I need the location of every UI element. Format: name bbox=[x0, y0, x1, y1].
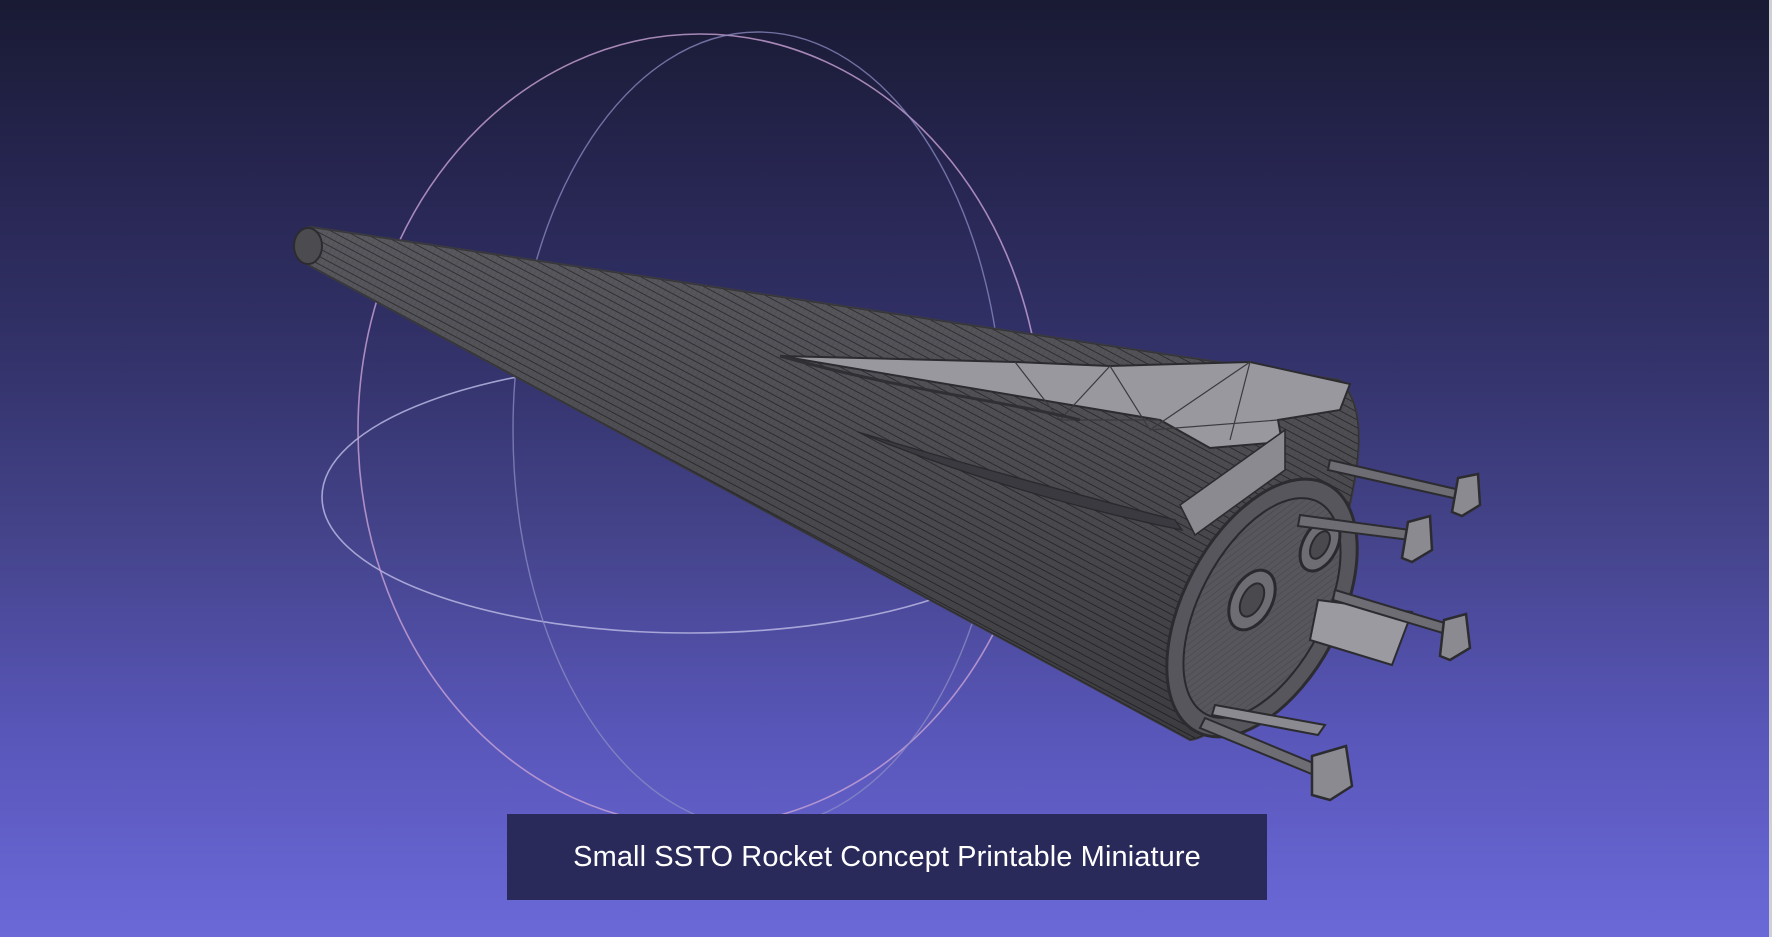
model-title-caption: Small SSTO Rocket Concept Printable Mini… bbox=[573, 840, 1201, 873]
3d-viewport[interactable]: Small SSTO Rocket Concept Printable Mini… bbox=[0, 0, 1772, 937]
scene-canvas[interactable] bbox=[0, 0, 1772, 937]
rocket-wireframe-icon[interactable] bbox=[293, 226, 1482, 802]
caption-banner: Small SSTO Rocket Concept Printable Mini… bbox=[507, 814, 1267, 900]
rocket-nose-tip bbox=[293, 227, 323, 265]
